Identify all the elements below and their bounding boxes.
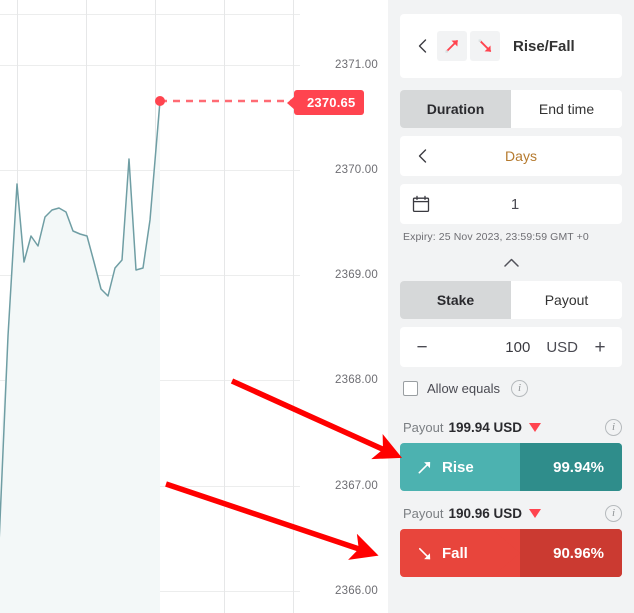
caret-down-icon [529,508,542,518]
tab-payout[interactable]: Payout [511,281,622,319]
y-axis-tick: 2367.00 [335,480,378,492]
arrow-down-right-icon [418,547,431,559]
price-chart[interactable]: 2370.65 2371.00 2370.00 2369.00 2368.00 … [0,0,388,613]
tab-end-time[interactable]: End time [511,90,622,128]
trade-panel: Rise/Fall Duration End time Days 1 Expir… [388,0,634,613]
y-axis-tick: 2370.00 [335,164,378,176]
payout-label: Payout [403,419,444,435]
current-price-badge: 2370.65 [294,90,365,115]
rise-button-chevron-divider [491,443,520,491]
fall-button[interactable]: Fall 90.96% [400,529,622,577]
payout-amount: 199.94 USD [448,419,523,435]
allow-equals-row[interactable]: Allow equals i [400,371,622,405]
y-axis-tick: 2369.00 [335,269,378,281]
stake-tabs[interactable]: Stake Payout [400,281,622,319]
stake-section: Stake Payout − 100 USD + Allow equals i [400,281,622,405]
trade-type-label: Rise/Fall [513,37,575,55]
chevron-up-icon[interactable] [400,247,622,277]
fall-button-label-group: Fall [400,545,468,562]
chart-area-fill [0,101,160,613]
fall-percentage: 90.96% [553,544,604,562]
chevron-left-icon[interactable] [414,148,430,164]
payout-label: Payout [403,505,444,521]
duration-unit-label: Days [505,148,537,164]
rise-button[interactable]: Rise 99.94% [400,443,622,491]
rise-label: Rise [442,458,474,476]
duration-section: Duration End time Days 1 Expiry: 25 Nov … [400,90,622,277]
y-axis-tick: 2371.00 [335,59,378,71]
tab-duration[interactable]: Duration [400,90,511,128]
current-price-marker [155,96,165,106]
fall-payout-line: Payout 190.96 USD i [400,500,622,526]
info-icon[interactable]: i [511,379,528,397]
fall-label: Fall [442,544,468,562]
stake-amount-field[interactable]: − 100 USD + [400,327,622,367]
arrow-down-right-icon[interactable] [470,31,500,61]
rise-button-label-group: Rise [400,459,474,476]
fall-button-chevron-divider [491,529,520,577]
info-icon[interactable]: i [605,504,622,522]
decrement-button[interactable]: − [414,338,430,357]
allow-equals-checkbox[interactable] [403,380,418,396]
increment-button[interactable]: + [592,338,608,357]
arrow-up-right-icon [418,461,431,473]
trade-type-selector[interactable]: Rise/Fall [400,14,622,78]
duration-value-field[interactable]: 1 [400,184,622,224]
y-axis-tick: 2368.00 [335,374,378,386]
info-icon[interactable]: i [605,418,622,436]
y-axis-tick: 2366.00 [335,585,378,597]
currency-label: USD [546,338,578,356]
duration-unit-picker[interactable]: Days [400,136,622,176]
arrow-up-right-icon[interactable] [437,31,467,61]
stake-input[interactable]: 100 [430,339,546,356]
rise-percentage: 99.94% [553,458,604,476]
rise-payout-line: Payout 199.94 USD i [400,414,622,440]
allow-equals-label: Allow equals [427,380,500,396]
duration-tabs[interactable]: Duration End time [400,90,622,128]
expiry-text: Expiry: 25 Nov 2023, 23:59:59 GMT +0 [403,231,589,243]
caret-down-icon [529,422,542,432]
chevron-left-icon[interactable] [414,38,430,54]
trading-platform-screen: 2370.65 2371.00 2370.00 2369.00 2368.00 … [0,0,634,613]
payout-amount: 190.96 USD [448,505,523,521]
tab-stake[interactable]: Stake [400,281,511,319]
duration-value[interactable]: 1 [420,196,610,213]
